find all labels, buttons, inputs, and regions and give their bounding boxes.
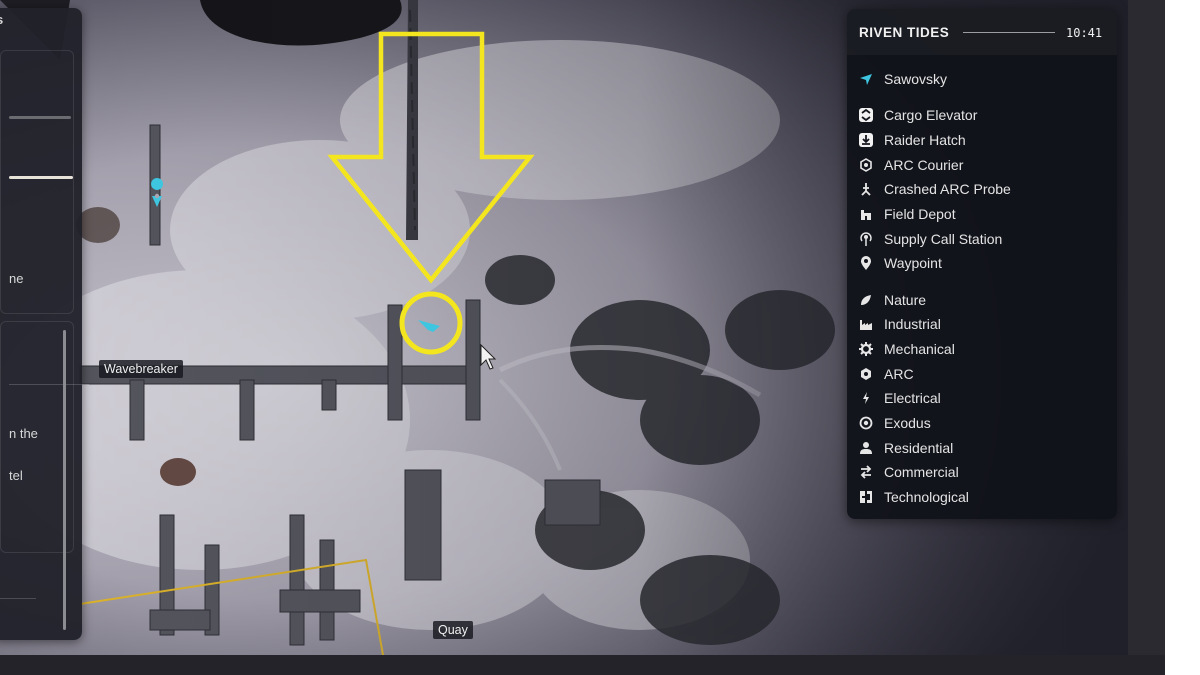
legend-item-arc-courier[interactable]: ARC Courier [858,155,963,175]
map-legend: RIVEN TIDES 10:41 Sawovsky Cargo Elevato… [847,9,1117,519]
divider [0,598,36,599]
legend-label: Technological [884,489,969,505]
filter-group-settings: ne [0,50,74,314]
technological-icon [858,489,874,505]
legend-label: Mechanical [884,341,955,357]
residential-icon [858,440,874,456]
arc-courier-icon [858,157,874,173]
legend-header: RIVEN TIDES 10:41 [847,9,1117,55]
player-arrow-icon [858,71,874,87]
location-label-quay[interactable]: Quay [433,621,473,639]
nature-icon [858,292,874,308]
panel-scrollbar[interactable] [63,330,66,630]
legend-label: Commercial [884,464,959,480]
exodus-icon [858,415,874,431]
legend-label: Electrical [884,390,941,406]
legend-label: Residential [884,440,954,456]
commercial-icon [858,464,874,480]
legend-item-arc[interactable]: ARC [858,364,914,384]
crashed-arc-probe-icon [858,181,874,197]
legend-item-commercial[interactable]: Commercial [858,462,959,482]
legend-item-nature[interactable]: Nature [858,290,926,310]
panel-header-fragment: s [0,12,3,27]
info-text-fragment-2: tel [9,468,23,483]
filter-label-fragment: ne [9,271,24,286]
slider-track[interactable] [9,116,71,119]
map-title: RIVEN TIDES [859,25,950,40]
legend-item-residential[interactable]: Residential [858,438,953,458]
legend-label: ARC [884,366,914,382]
legend-label: ARC Courier [884,157,964,173]
legend-item-raider-hatch[interactable]: Raider Hatch [858,130,966,150]
legend-item-electrical[interactable]: Electrical [858,388,941,408]
legend-label: Sawovsky [884,71,948,87]
legend-label: Industrial [884,316,941,332]
field-depot-icon [858,206,874,222]
legend-label: Nature [884,292,927,308]
cargo-elevator-icon [858,107,874,123]
supply-call-station-icon [858,231,874,247]
time-display: 10:41 [1066,26,1103,40]
legend-item-waypoint[interactable]: Waypoint [858,253,942,273]
legend-item-player[interactable]: Sawovsky [858,69,947,89]
legend-item-field-depot[interactable]: Field Depot [858,204,956,224]
legend-item-crashed-arc-probe[interactable]: Crashed ARC Probe [858,179,1011,199]
legend-label: Supply Call Station [884,231,1003,247]
arc-icon [858,366,874,382]
screen-border-right [1128,0,1165,655]
divider [9,384,89,385]
header-rule [963,32,1055,33]
legend-label: Crashed ARC Probe [884,181,1011,197]
legend-item-industrial[interactable]: Industrial [858,314,941,334]
location-label-wavebreaker[interactable]: Wavebreaker [99,360,183,378]
electrical-icon [858,390,874,406]
legend-label: Raider Hatch [884,132,966,148]
legend-label: Field Depot [884,206,956,222]
legend-label: Exodus [884,415,931,431]
legend-item-technological[interactable]: Technological [858,487,969,507]
legend-label: Cargo Elevator [884,107,978,123]
legend-item-cargo-elevator[interactable]: Cargo Elevator [858,105,977,125]
legend-label: Waypoint [884,255,942,271]
mechanical-icon [858,341,874,357]
game-screen: Wavebreaker Quay s ne n the tel RIVEN TI… [0,0,1165,675]
info-text-fragment: n the [9,426,38,441]
legend-item-exodus[interactable]: Exodus [858,413,931,433]
filter-panel: s ne n the tel [0,8,89,640]
legend-item-mechanical[interactable]: Mechanical [858,339,955,359]
legend-item-supply-call-station[interactable]: Supply Call Station [858,229,1002,249]
waypoint-icon [858,255,874,271]
industrial-icon [858,316,874,332]
raider-hatch-icon [858,132,874,148]
screen-border-bottom [0,655,1165,675]
slider-track-active[interactable] [9,176,73,179]
